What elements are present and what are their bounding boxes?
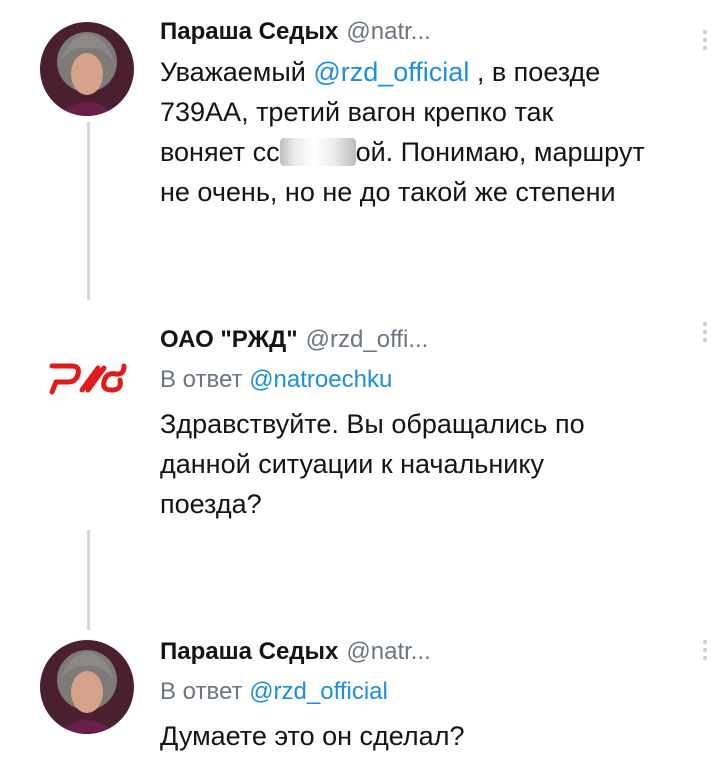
reply-prefix: В ответ bbox=[160, 366, 250, 393]
tweet-text-line: поезда? bbox=[160, 489, 262, 519]
author-name[interactable]: Параша Седых bbox=[160, 18, 338, 45]
avatar[interactable] bbox=[40, 22, 134, 116]
text-fragment: , в поезде bbox=[469, 57, 601, 87]
thread-line-1 bbox=[87, 122, 90, 300]
author-handle[interactable]: @natr... bbox=[346, 638, 430, 665]
tweet-text-line: Уважаемый @rzd_official , в поезде bbox=[160, 52, 694, 92]
text-fragment: воняет сс bbox=[160, 137, 280, 167]
reply-to-mention[interactable]: @natroechku bbox=[249, 366, 392, 393]
tweet-text-line: Думаете это он сделал? bbox=[160, 721, 465, 751]
tweet-3: Параша Седых @natr... В ответ @rzd_offici… bbox=[160, 632, 694, 756]
tweet-header: Параша Седых @natr... bbox=[160, 12, 694, 52]
tweet-header: Параша Седых @natr... bbox=[160, 632, 694, 672]
thread-line-2 bbox=[87, 530, 90, 630]
tweet-text-line: не очень, но не до такой же степени bbox=[160, 177, 616, 207]
rzd-logo bbox=[49, 363, 127, 395]
tweet-text-line: Здравствуйте. Вы обращались по bbox=[160, 409, 585, 439]
more-vertical-icon[interactable] bbox=[702, 30, 708, 54]
mention-link[interactable]: @rzd_official bbox=[313, 57, 469, 87]
tweet-2: ОАО "РЖД" @rzd_offi... В ответ @natroechk… bbox=[160, 320, 694, 524]
user-avatar-icon bbox=[40, 640, 134, 734]
tweet-text-line: данной ситуации к начальнику bbox=[160, 449, 544, 479]
tweet-text: Думаете это он сделал? bbox=[160, 716, 694, 756]
author-handle[interactable]: @rzd_offi... bbox=[306, 326, 429, 353]
more-vertical-icon[interactable] bbox=[702, 322, 708, 346]
tweet-text: Здравствуйте. Вы обращались по данной си… bbox=[160, 404, 694, 524]
tweet-header: ОАО "РЖД" @rzd_offi... bbox=[160, 320, 694, 360]
censored-word-blur bbox=[279, 138, 356, 166]
reply-to-line: В ответ @rzd_official bbox=[160, 672, 694, 712]
tweet-1: Параша Седых @natr... Уважаемый @rzd_offi… bbox=[160, 12, 694, 212]
avatar[interactable] bbox=[40, 640, 134, 734]
user-avatar-icon bbox=[40, 22, 134, 116]
author-handle[interactable]: @natr... bbox=[346, 18, 430, 45]
tweet-text-line: воняет сс ой. Понимаю, маршрут bbox=[160, 132, 694, 172]
tweet-text: Уважаемый @rzd_official , в поезде 739АА… bbox=[160, 52, 694, 212]
more-vertical-icon[interactable] bbox=[702, 640, 708, 664]
text-fragment: Уважаемый bbox=[160, 57, 314, 87]
author-name[interactable]: ОАО "РЖД" bbox=[160, 326, 298, 353]
reply-to-mention[interactable]: @rzd_official bbox=[249, 678, 388, 705]
author-name[interactable]: Параша Седых bbox=[160, 638, 338, 665]
reply-to-line: В ответ @natroechku bbox=[160, 360, 694, 400]
text-fragment: ой. Понимаю, маршрут bbox=[355, 137, 645, 167]
reply-prefix: В ответ bbox=[160, 678, 250, 705]
tweet-text-line: 739АА, третий вагон крепко так bbox=[160, 97, 554, 127]
